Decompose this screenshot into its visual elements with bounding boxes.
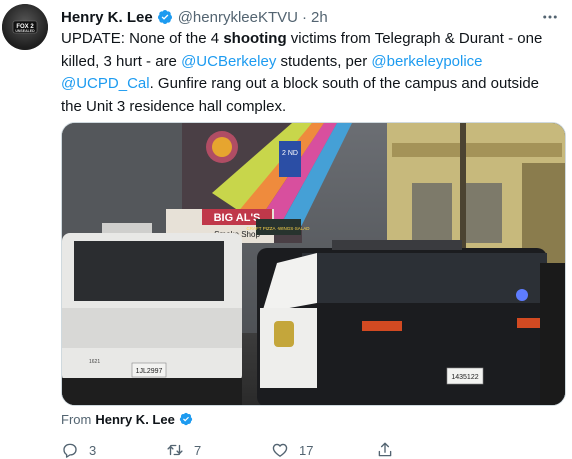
avatar[interactable]: FOX 2 UNSEALED (2, 4, 48, 50)
share-icon (378, 442, 392, 457)
tweet-text-highlight: shooting (223, 30, 287, 47)
media-attribution: From Henry K. Lee (61, 410, 193, 428)
tweet-media-photo[interactable]: 2 ND BIG AL'S Smoke Shop CRAFT PIZZA ·WI… (61, 122, 566, 406)
tweet-actions: 3 7 17 (61, 440, 481, 459)
separator-dot: · (301, 8, 307, 26)
media-sign-text: CRAFT PIZZA ·WINGS·SALAD (247, 226, 311, 231)
mention-link[interactable]: @UCBerkeley (181, 53, 276, 70)
tweet-text-part: students, per (276, 52, 372, 70)
media-sign-text: 2 ND (282, 150, 298, 157)
verified-badge-icon (179, 412, 192, 426)
mention-link[interactable]: @UCPD_Cal (61, 75, 150, 92)
verified-badge-icon (157, 10, 172, 24)
media-plate-text: 1JL2997 (136, 368, 163, 375)
retweet-icon (167, 444, 183, 456)
tweet-text-part: UPDATE: None of the 4 (61, 30, 224, 47)
reply-icon (63, 443, 77, 458)
author-name[interactable]: Henry K. Lee (61, 9, 153, 26)
heart-icon (272, 443, 288, 457)
like-button[interactable]: 17 (271, 441, 376, 459)
more-icon (543, 15, 557, 19)
svg-text:UNSEALED: UNSEALED (15, 29, 35, 33)
tweet-header: Henry K. Lee @henrykleeKTVU · 2h (61, 7, 560, 27)
from-prefix: From (61, 411, 92, 427)
reply-button[interactable]: 3 (61, 441, 166, 459)
retweet-button[interactable]: 7 (166, 441, 271, 459)
media-unit-text: 1621 (89, 359, 100, 365)
retweet-count: 7 (194, 442, 202, 458)
tweet-text: UPDATE: None of the 4 shooting victims f… (61, 28, 561, 118)
reply-count: 3 (89, 442, 97, 458)
timestamp[interactable]: 2h (311, 9, 328, 26)
mention-link[interactable]: @berkeleypolice (371, 53, 482, 70)
media-plate-text: 1435122 (451, 374, 478, 381)
author-handle[interactable]: @henrykleeKTVU (178, 9, 298, 26)
more-options-button[interactable] (540, 7, 560, 27)
from-name[interactable]: Henry K. Lee (95, 412, 174, 427)
media-sign-text: BIG AL'S (214, 212, 261, 224)
avatar-logo: FOX 2 UNSEALED (11, 18, 39, 36)
photo-police-scene: 2 ND BIG AL'S Smoke Shop CRAFT PIZZA ·WI… (62, 123, 565, 405)
share-button[interactable] (376, 441, 481, 459)
like-count: 17 (299, 442, 314, 458)
tweet: FOX 2 UNSEALED Henry K. Lee @henrykleeKT… (0, 0, 572, 459)
